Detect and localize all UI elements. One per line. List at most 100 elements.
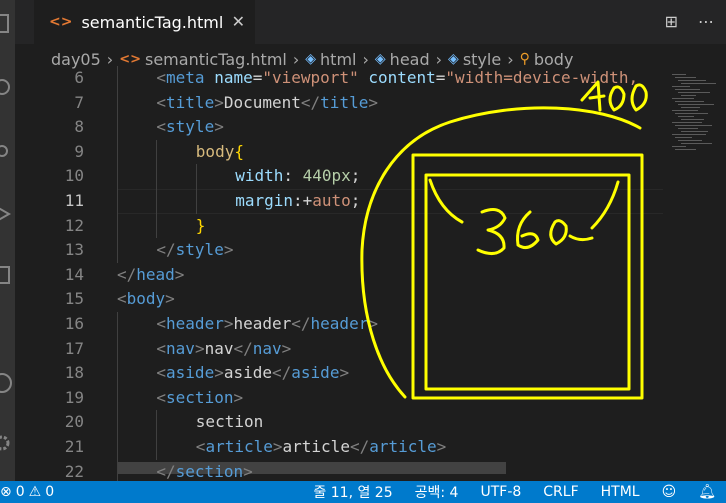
- indent-guide: [117, 213, 118, 239]
- line-number: 6: [74, 68, 84, 87]
- feedback-icon[interactable]: ☺: [662, 484, 677, 500]
- search-icon[interactable]: [0, 76, 13, 98]
- code-line[interactable]: 16 <header>header</header>: [15, 312, 726, 337]
- code-line[interactable]: 18 <aside>aside</aside>: [15, 361, 726, 386]
- code-text: </section>: [156, 460, 252, 481]
- code-token: <: [156, 338, 167, 358]
- element-cube-icon: ◈: [305, 51, 317, 67]
- element-cube-icon: ◈: [374, 51, 386, 67]
- line-number: 22: [64, 461, 84, 481]
- indentation[interactable]: 공백: 4: [415, 482, 459, 502]
- account-icon[interactable]: [0, 372, 13, 394]
- more-actions-icon[interactable]: ⋯: [698, 12, 714, 31]
- error-count: 0: [15, 484, 25, 500]
- code-token: margin: [235, 191, 293, 210]
- code-token: <: [156, 68, 167, 87]
- code-token: auto: [312, 191, 351, 210]
- code-line[interactable]: 12}: [15, 213, 726, 239]
- code-token: 440px: [302, 166, 351, 186]
- explorer-icon[interactable]: [0, 12, 13, 34]
- extensions-icon[interactable]: [0, 265, 13, 287]
- error-icon: ⊗: [0, 484, 12, 500]
- warning-icon: ⚠: [28, 484, 42, 500]
- code-token: >: [223, 240, 234, 260]
- code-token: meta: [166, 68, 205, 87]
- code-token: "viewport": [262, 68, 359, 87]
- code-token: >: [233, 387, 244, 407]
- code-token: >: [281, 338, 292, 358]
- indent-guide: [156, 189, 158, 214]
- indent-guide: [117, 139, 118, 165]
- code-token: >: [214, 117, 224, 137]
- code-token: aside: [223, 363, 273, 383]
- code-line[interactable]: 13 </style>: [15, 238, 726, 263]
- line-number: 19: [64, 387, 84, 407]
- line-number: 18: [64, 363, 84, 383]
- code-line[interactable]: 6 <meta name="viewport" content="width=de…: [15, 66, 726, 91]
- code-line[interactable]: 7 <title>Document</title>: [15, 90, 726, 116]
- line-number: 10: [64, 166, 84, 186]
- code-token: {: [234, 141, 244, 161]
- indent-guide: [117, 66, 118, 91]
- language-mode[interactable]: HTML: [601, 484, 640, 500]
- code-token: nav: [166, 338, 195, 358]
- code-token: head: [136, 264, 175, 284]
- code-token: section: [166, 387, 234, 407]
- code-token: header: [233, 314, 292, 333]
- bell-icon[interactable]: 🔔︎: [698, 484, 716, 500]
- code-line[interactable]: 14 </head>: [15, 263, 726, 288]
- encoding[interactable]: UTF-8: [480, 484, 521, 500]
- cursor-position[interactable]: 줄 11, 열 25: [313, 482, 392, 502]
- code-text: </head>: [117, 263, 184, 288]
- code-line[interactable]: 19 <section>: [15, 385, 726, 411]
- code-line[interactable]: 17 <nav>nav</nav>: [15, 336, 726, 362]
- code-text: width: 440px;: [235, 164, 360, 189]
- code-token: body: [195, 141, 235, 161]
- code-line[interactable]: 9 body{: [15, 139, 726, 165]
- code-token: </: [349, 437, 370, 456]
- code-line[interactable]: 10 width: 440px;: [15, 164, 726, 189]
- code-token: </: [117, 264, 137, 284]
- indent-guide: [117, 238, 118, 263]
- code-text: <section>: [156, 386, 243, 411]
- code-token: =: [252, 68, 263, 87]
- code-token: </: [156, 461, 176, 481]
- code-line[interactable]: 11 margin:+auto;: [15, 189, 726, 214]
- code-text: <body>: [117, 287, 175, 312]
- indent-guide: [117, 115, 118, 140]
- html-file-icon: <>: [119, 51, 141, 67]
- code-token: }: [195, 215, 206, 235]
- code-line[interactable]: 21 <article>article</article>: [15, 435, 726, 460]
- code-text: <aside>aside</aside>: [156, 361, 349, 386]
- code-token: <: [156, 92, 167, 112]
- run-debug-icon[interactable]: [0, 203, 13, 225]
- code-token: >: [272, 437, 283, 456]
- code-line[interactable]: 8 <style>: [15, 115, 726, 140]
- code-token: nav: [252, 338, 282, 358]
- eol[interactable]: CRLF: [543, 484, 578, 500]
- code-token: article: [282, 437, 350, 456]
- code-token: article: [369, 437, 437, 456]
- code-token: <: [117, 289, 127, 309]
- close-icon[interactable]: ✕: [232, 12, 245, 31]
- tab-semantictag[interactable]: <> semanticTag.html ✕: [34, 0, 255, 44]
- code-token: >: [194, 338, 205, 358]
- split-editor-icon[interactable]: ⊞: [665, 12, 678, 31]
- element-cube-icon: ◈: [448, 51, 459, 67]
- code-text: <title>Document</title>: [156, 91, 378, 116]
- line-number: 13: [64, 240, 84, 260]
- code-token: article: [205, 437, 273, 456]
- code-line[interactable]: 20 section: [15, 410, 726, 435]
- code-line[interactable]: 15 <body>: [15, 287, 726, 312]
- source-control-icon[interactable]: [0, 140, 13, 162]
- code-text: body{: [196, 140, 244, 165]
- settings-gear-icon[interactable]: [0, 432, 13, 454]
- code-token: <: [156, 363, 167, 383]
- indent-guide: [117, 312, 118, 337]
- indent-guide: [156, 213, 158, 239]
- problems-indicator[interactable]: ⊗ 0 ⚠ 0: [0, 481, 54, 503]
- code-editor[interactable]: 6 <meta name="viewport" content="width=de…: [15, 66, 726, 481]
- indent-guide: [117, 361, 118, 386]
- code-line[interactable]: 22 </section>: [15, 459, 726, 481]
- code-token: :: [283, 166, 303, 186]
